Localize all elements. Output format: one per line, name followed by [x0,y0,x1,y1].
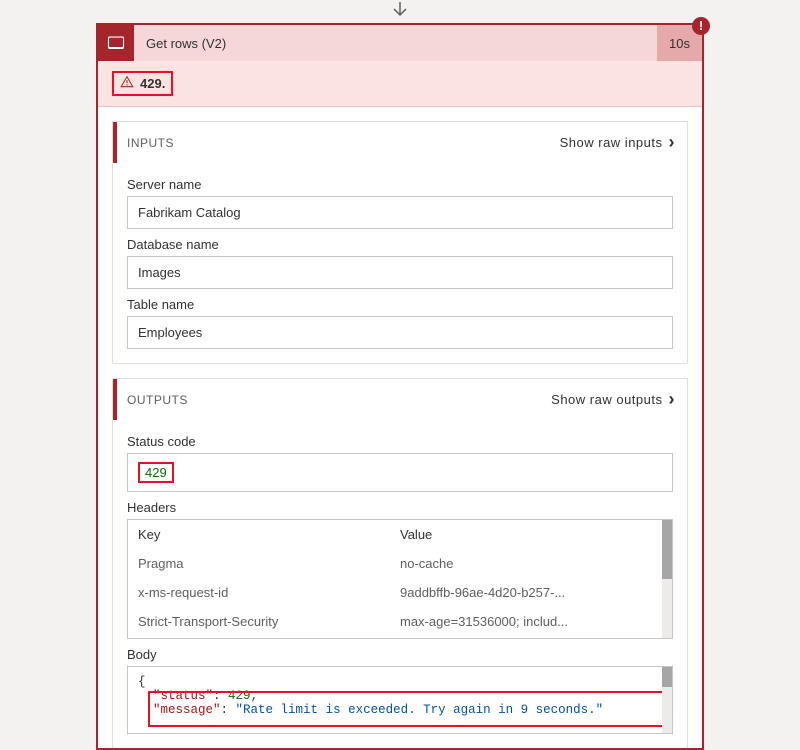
status-code-value: 429 [138,462,174,483]
headers-value-col: Value [400,527,662,542]
outputs-label: OUTPUTS [127,393,188,407]
table-row: x-ms-request-id9addbffb-96ae-4d20-b257-.… [128,578,672,607]
status-code-label: Status code [127,434,673,449]
outputs-section: OUTPUTS Show raw outputs › Status code 4… [112,378,688,748]
action-card: ! Get rows (V2) 10s 429. INPUTS Show r [96,23,704,750]
error-banner: 429. [98,61,702,107]
table-name-value[interactable]: Employees [127,316,673,349]
show-raw-inputs-link[interactable]: Show raw inputs › [560,132,675,153]
database-name-label: Database name [127,237,673,252]
headers-key-col: Key [138,527,400,542]
sql-icon [98,25,134,61]
table-name-label: Table name [127,297,673,312]
table-row: Strict-Transport-Securitymax-age=3153600… [128,607,672,636]
error-code: 429. [140,76,165,91]
status-code-field[interactable]: 429 [127,453,673,492]
server-name-label: Server name [127,177,673,192]
body-json[interactable]: { "status": 429, "message": "Rate limit … [127,666,673,734]
headers-label: Headers [127,500,673,515]
table-header-row: Key Value [128,520,672,549]
server-name-value[interactable]: Fabrikam Catalog [127,196,673,229]
vertical-scrollbar[interactable] [662,667,672,733]
action-header[interactable]: Get rows (V2) 10s [98,25,702,61]
vertical-scrollbar[interactable] [662,520,672,638]
error-badge-icon: ! [692,17,710,35]
database-name-value[interactable]: Images [127,256,673,289]
flow-connector-arrow [96,0,704,23]
body-label: Body [127,647,673,662]
inputs-section: INPUTS Show raw inputs › Server name Fab… [112,121,688,364]
warning-icon [120,75,134,92]
show-raw-outputs-link[interactable]: Show raw outputs › [551,389,675,410]
action-title: Get rows (V2) [134,25,657,61]
inputs-label: INPUTS [127,136,174,150]
table-row: Pragmano-cache [128,549,672,578]
chevron-right-icon: › [669,389,676,410]
headers-table[interactable]: Key Value Pragmano-cache x-ms-request-id… [127,519,673,639]
chevron-right-icon: › [669,132,676,153]
